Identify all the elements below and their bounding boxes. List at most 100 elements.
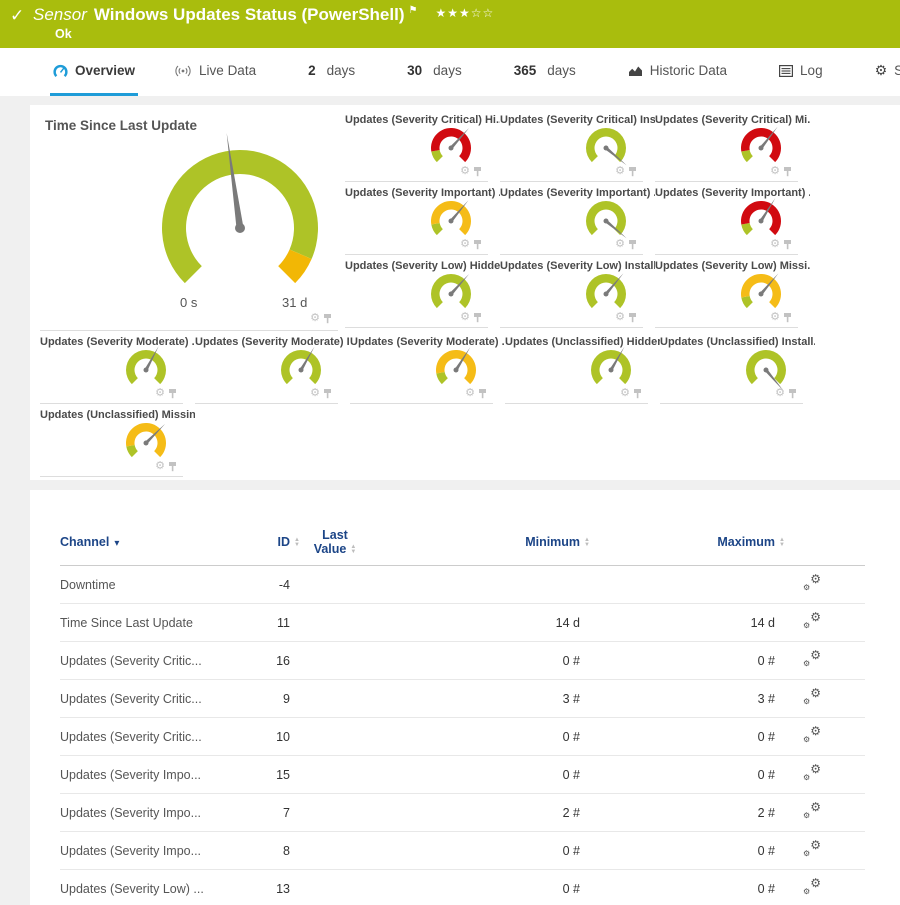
column-header-minimum[interactable]: Minimum▲▼ xyxy=(370,528,590,566)
gear-icon[interactable]: ⚙ xyxy=(615,312,625,323)
channel-name-cell[interactable]: Updates (Severity Impo... xyxy=(60,832,240,870)
gear-icon[interactable]: ⚙ xyxy=(465,388,475,399)
pin-icon[interactable] xyxy=(168,388,177,399)
tab-live-data[interactable]: Live Data xyxy=(171,48,259,96)
column-header-last-value[interactable]: Last Value▲▼ xyxy=(300,528,370,566)
cell-divider xyxy=(195,403,338,404)
pin-icon[interactable] xyxy=(473,239,482,250)
channel-name-cell[interactable]: Updates (Severity Critic... xyxy=(60,718,240,756)
channel-gauge-cell[interactable]: Updates (Severity Important) ...⚙ xyxy=(500,182,655,255)
gear-icon[interactable]: ⚙ xyxy=(615,166,625,177)
pin-icon[interactable] xyxy=(633,388,642,399)
tab-2-days[interactable]: 2 days xyxy=(305,48,358,96)
gear-icon[interactable]: ⚙ xyxy=(460,166,470,177)
channel-name-cell[interactable]: Updates (Severity Impo... xyxy=(60,756,240,794)
channel-settings-gears-icon[interactable]: ⚙⚙ xyxy=(803,689,821,705)
channel-name-cell[interactable]: Time Since Last Update xyxy=(60,604,240,642)
channel-settings-gears-icon[interactable]: ⚙⚙ xyxy=(803,575,821,591)
sort-icon: ▲▼ xyxy=(584,538,590,548)
gear-icon[interactable]: ⚙ xyxy=(770,239,780,250)
channel-settings-gears-icon[interactable]: ⚙⚙ xyxy=(803,727,821,743)
tab-30-days-number: 30 xyxy=(407,63,422,78)
sensor-type-label: Sensor xyxy=(33,5,87,24)
tab-historic-data-label: Historic Data xyxy=(650,63,727,78)
channel-gauge-cell[interactable]: Updates (Unclassified) Missing⚙ xyxy=(40,404,195,477)
gauge-action-icons: ⚙ xyxy=(155,461,177,472)
gear-icon[interactable]: ⚙ xyxy=(770,166,780,177)
pin-icon[interactable] xyxy=(323,388,332,399)
channel-gauge-cell[interactable]: Updates (Severity Critical) Hi...⚙ xyxy=(345,109,500,182)
channel-gauge-cell[interactable]: Updates (Severity Critical) Ins...⚙ xyxy=(500,109,655,182)
cell-divider xyxy=(40,476,183,477)
pin-icon[interactable] xyxy=(783,239,792,250)
gear-icon[interactable]: ⚙ xyxy=(310,388,320,399)
sort-icon: ▲▼ xyxy=(294,538,300,548)
channel-gauge-cell[interactable]: Updates (Severity Important) ...⚙ xyxy=(345,182,500,255)
pin-icon[interactable] xyxy=(168,461,177,472)
tab-settings[interactable]: ⚙ Settings xyxy=(872,48,900,96)
channel-settings-gears-icon[interactable]: ⚙⚙ xyxy=(803,803,821,819)
minimum-cell: 0 # xyxy=(370,642,590,680)
channel-settings-gears-icon[interactable]: ⚙⚙ xyxy=(803,879,821,895)
tab-365-days[interactable]: 365 days xyxy=(511,48,579,96)
channel-settings-gears-icon[interactable]: ⚙⚙ xyxy=(803,613,821,629)
tab-log[interactable]: Log xyxy=(776,48,826,96)
pin-icon[interactable] xyxy=(473,166,482,177)
tab-30-days[interactable]: 30 days xyxy=(404,48,465,96)
tab-overview[interactable]: Overview xyxy=(50,48,138,96)
channel-name-cell[interactable]: Updates (Severity Critic... xyxy=(60,642,240,680)
column-header-id[interactable]: ID▲▼ xyxy=(240,528,300,566)
channel-gauge-cell[interactable]: Updates (Severity Moderate) ...⚙ xyxy=(40,331,195,404)
main-gauge-block[interactable]: Time Since Last Update 0 s 31 d ⚙ xyxy=(40,109,338,331)
pin-icon[interactable] xyxy=(783,312,792,323)
gear-icon[interactable]: ⚙ xyxy=(615,239,625,250)
channel-name-cell[interactable]: Updates (Severity Impo... xyxy=(60,794,240,832)
channel-gauge-cell[interactable]: Updates (Severity Low) Hidden⚙ xyxy=(345,255,500,328)
pin-icon[interactable] xyxy=(323,313,332,324)
gear-icon[interactable]: ⚙ xyxy=(770,312,780,323)
gear-icon[interactable]: ⚙ xyxy=(460,239,470,250)
channel-settings-gears-icon[interactable]: ⚙⚙ xyxy=(803,651,821,667)
gear-icon[interactable]: ⚙ xyxy=(155,388,165,399)
gauge-action-icons: ⚙ xyxy=(460,239,482,250)
channel-gauge-cell[interactable]: Updates (Severity Important) ...⚙ xyxy=(655,182,810,255)
flag-icon[interactable]: ⚑ xyxy=(408,5,417,16)
tab-historic-data[interactable]: Historic Data xyxy=(625,48,730,96)
small-gauge-row-4: Updates (Severity Moderate) ...⚙Updates … xyxy=(40,331,815,404)
channel-gauge-cell[interactable]: Updates (Severity Low) Install...⚙ xyxy=(500,255,655,328)
channel-settings-gears-icon[interactable]: ⚙⚙ xyxy=(803,765,821,781)
gear-icon[interactable]: ⚙ xyxy=(310,313,320,324)
channel-name-cell[interactable]: Downtime xyxy=(60,566,240,604)
column-header-maximum[interactable]: Maximum▲▼ xyxy=(590,528,785,566)
small-gauge-grid: Updates (Severity Critical) Hi...⚙Update… xyxy=(345,109,810,328)
channel-gauge-cell[interactable]: Updates (Severity Moderate) I...⚙ xyxy=(195,331,350,404)
pin-icon[interactable] xyxy=(788,388,797,399)
table-row: Downtime-4⚙⚙ xyxy=(60,566,865,604)
live-signal-icon xyxy=(174,65,192,77)
pin-icon[interactable] xyxy=(783,166,792,177)
channel-gauge-cell[interactable]: Updates (Unclassified) Install...⚙ xyxy=(660,331,815,404)
area-chart-icon xyxy=(628,65,643,77)
pin-icon[interactable] xyxy=(628,166,637,177)
gear-icon[interactable]: ⚙ xyxy=(460,312,470,323)
channel-gauge-cell[interactable]: Updates (Severity Moderate) ...⚙ xyxy=(350,331,505,404)
table-row: Updates (Severity Critic...93 #3 #⚙⚙ xyxy=(60,680,865,718)
gear-icon[interactable]: ⚙ xyxy=(775,388,785,399)
channel-name-cell[interactable]: Updates (Severity Critic... xyxy=(60,680,240,718)
gauge-min-label: 0 s xyxy=(180,295,197,310)
priority-stars[interactable]: ★★★☆☆ xyxy=(435,6,494,20)
gauge-icon xyxy=(53,64,68,78)
channel-gauge-cell[interactable]: Updates (Unclassified) Hidden⚙ xyxy=(505,331,660,404)
gear-icon[interactable]: ⚙ xyxy=(620,388,630,399)
channel-settings-gears-icon[interactable]: ⚙⚙ xyxy=(803,841,821,857)
pin-icon[interactable] xyxy=(628,312,637,323)
column-header-channel[interactable]: Channel▾ xyxy=(60,528,240,566)
pin-icon[interactable] xyxy=(478,388,487,399)
pin-icon[interactable] xyxy=(473,312,482,323)
channel-name-cell[interactable]: Updates (Severity Low) ... xyxy=(60,870,240,905)
channel-gauge-cell[interactable]: Updates (Severity Low) Missi...⚙ xyxy=(655,255,810,328)
gear-icon[interactable]: ⚙ xyxy=(155,461,165,472)
page-title: Windows Updates Status (PowerShell) xyxy=(94,5,405,24)
channel-gauge-cell[interactable]: Updates (Severity Critical) Mi...⚙ xyxy=(655,109,810,182)
pin-icon[interactable] xyxy=(628,239,637,250)
